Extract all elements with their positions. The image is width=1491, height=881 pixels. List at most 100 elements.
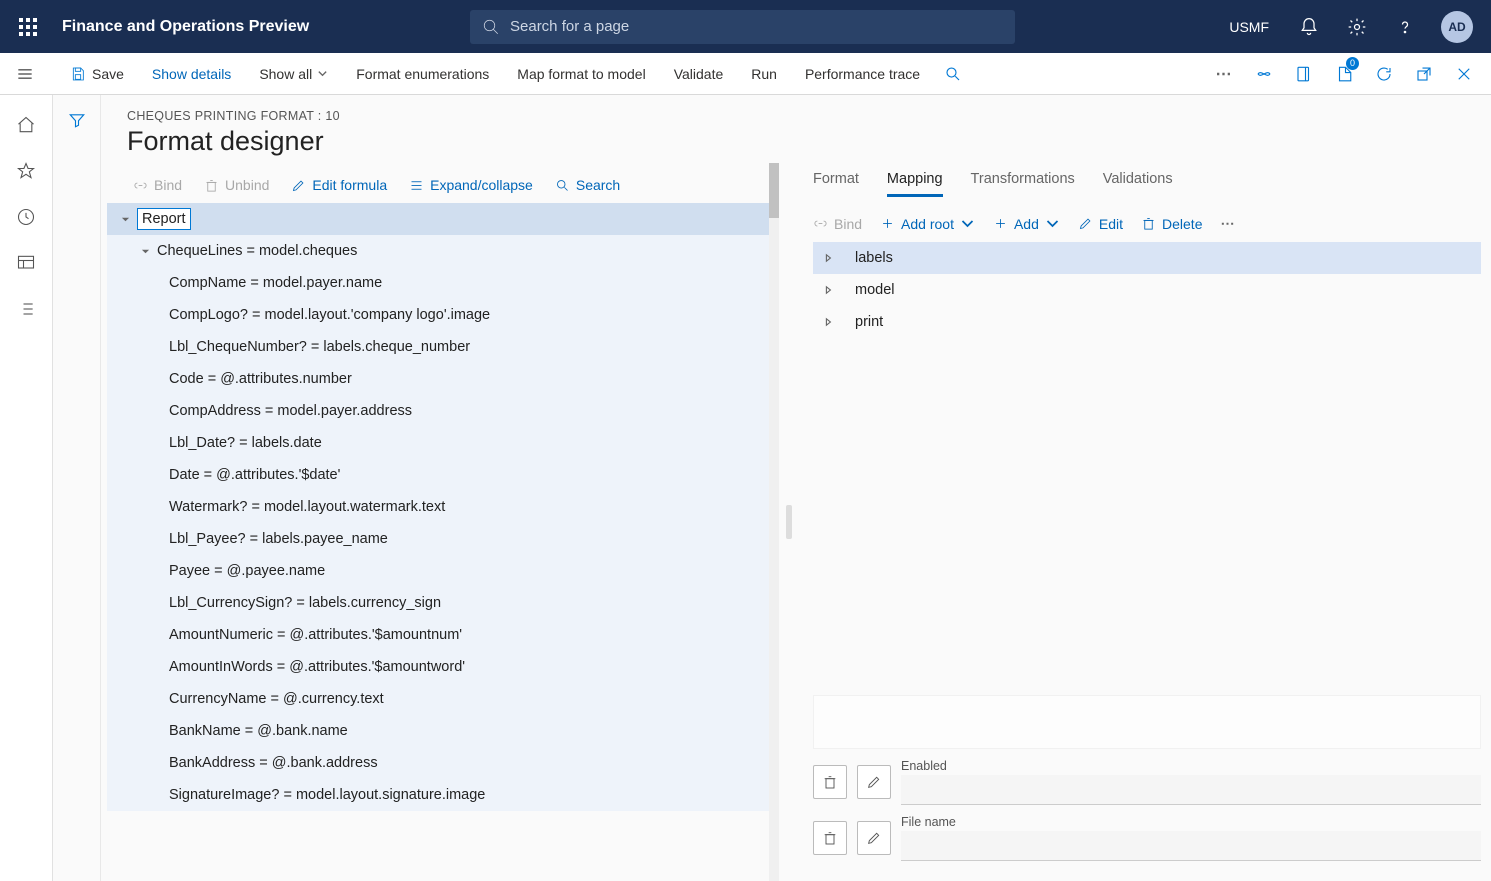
pane-splitter[interactable] (779, 163, 799, 881)
save-label: Save (92, 66, 124, 82)
notifications-icon[interactable] (1287, 0, 1331, 53)
tab-format[interactable]: Format (813, 165, 859, 197)
tree-node-item[interactable]: Code = @.attributes.number (107, 363, 779, 395)
home-icon[interactable] (14, 113, 38, 137)
tree-node-label: AmountNumeric = @.attributes.'$amountnum… (169, 627, 462, 643)
tree-node-label: CompName = model.payer.name (169, 275, 382, 291)
avatar[interactable]: AD (1441, 11, 1473, 43)
settings-icon[interactable] (1335, 0, 1379, 53)
map-format-button[interactable]: Map format to model (503, 66, 659, 82)
tree-node-label: Lbl_CurrencySign? = labels.currency_sign (169, 595, 441, 611)
filename-edit-icon[interactable] (857, 821, 891, 855)
tree-node-item[interactable]: AmountInWords = @.attributes.'$amountwor… (107, 651, 779, 683)
mapping-node-label: print (855, 314, 883, 330)
tab-transformations[interactable]: Transformations (971, 165, 1075, 197)
tree-node-root[interactable]: Report (107, 203, 779, 235)
global-search[interactable] (470, 10, 1015, 44)
workspaces-icon[interactable] (14, 251, 38, 275)
tab-validations[interactable]: Validations (1103, 165, 1173, 197)
search-button[interactable]: Search (555, 177, 620, 193)
tree-node-label: Payee = @.payee.name (169, 563, 325, 579)
preview-box (813, 695, 1481, 749)
save-button[interactable]: Save (56, 66, 138, 82)
tree-node-chequelines[interactable]: ChequeLines = model.cheques (107, 235, 779, 267)
filename-delete-icon[interactable] (813, 821, 847, 855)
office-icon[interactable] (1285, 53, 1323, 95)
mapping-node-label: labels (855, 250, 893, 266)
tree-node-item[interactable]: Date = @.attributes.'$date' (107, 459, 779, 491)
tree-node-item[interactable]: Lbl_ChequeNumber? = labels.cheque_number (107, 331, 779, 363)
menu-toggle-icon[interactable] (0, 53, 50, 95)
delete-button[interactable]: Delete (1141, 216, 1202, 232)
mapping-expander-icon[interactable] (817, 247, 839, 269)
tree-node-label: CurrencyName = @.currency.text (169, 691, 384, 707)
tree-node-label: SignatureImage? = model.layout.signature… (169, 787, 485, 803)
enabled-label: Enabled (901, 759, 1481, 773)
edit-formula-button[interactable]: Edit formula (291, 177, 387, 193)
vertical-scrollbar[interactable] (769, 163, 779, 881)
tree-node-label: Code = @.attributes.number (169, 371, 352, 387)
refresh-icon[interactable] (1365, 53, 1403, 95)
tree-node-item[interactable]: CompLogo? = model.layout.'company logo'.… (107, 299, 779, 331)
more-actions-icon[interactable]: ⋯ (1220, 215, 1235, 232)
tree-node-item[interactable]: SignatureImage? = model.layout.signature… (107, 779, 779, 811)
tree-node-item[interactable]: CompName = model.payer.name (107, 267, 779, 299)
close-icon[interactable] (1445, 53, 1483, 95)
favorites-icon[interactable] (14, 159, 38, 183)
tree-node-label: Report (137, 208, 191, 230)
dataverse-icon[interactable] (1245, 53, 1283, 95)
mapping-node-labels[interactable]: labels (813, 242, 1481, 274)
attachments-icon[interactable]: 0 (1325, 53, 1363, 95)
page-title: Format designer (127, 126, 1465, 157)
modules-icon[interactable] (14, 297, 38, 321)
mapping-node-model[interactable]: model (813, 274, 1481, 306)
tree-node-item[interactable]: Payee = @.payee.name (107, 555, 779, 587)
enabled-field[interactable] (901, 775, 1481, 805)
tree-node-label: Lbl_ChequeNumber? = labels.cheque_number (169, 339, 470, 355)
attachments-badge: 0 (1346, 57, 1359, 70)
tree-node-item[interactable]: CompAddress = model.payer.address (107, 395, 779, 427)
tree-node-label: CompLogo? = model.layout.'company logo'.… (169, 307, 490, 323)
enabled-edit-icon[interactable] (857, 765, 891, 799)
tree-node-item[interactable]: BankAddress = @.bank.address (107, 747, 779, 779)
search-input[interactable] (510, 18, 1003, 35)
performance-trace-button[interactable]: Performance trace (791, 66, 934, 82)
filename-field[interactable] (901, 831, 1481, 861)
format-enumerations-button[interactable]: Format enumerations (342, 66, 503, 82)
tree-expander-icon[interactable] (133, 239, 157, 263)
expand-collapse-button[interactable]: Expand/collapse (409, 177, 533, 193)
app-title: Finance and Operations Preview (62, 18, 309, 36)
mapping-expander-icon[interactable] (817, 311, 839, 333)
tree-node-item[interactable]: AmountNumeric = @.attributes.'$amountnum… (107, 619, 779, 651)
filename-label: File name (901, 815, 1481, 829)
show-details-button[interactable]: Show details (138, 66, 245, 82)
app-launcher-icon[interactable] (8, 0, 48, 53)
tree-node-item[interactable]: CurrencyName = @.currency.text (107, 683, 779, 715)
add-button[interactable]: Add (993, 216, 1060, 232)
company-code[interactable]: USMF (1215, 19, 1283, 35)
validate-button[interactable]: Validate (660, 66, 738, 82)
tab-mapping[interactable]: Mapping (887, 165, 943, 197)
show-all-button[interactable]: Show all (245, 66, 342, 82)
popout-icon[interactable] (1405, 53, 1443, 95)
tree-node-item[interactable]: Lbl_Date? = labels.date (107, 427, 779, 459)
tree-node-label: AmountInWords = @.attributes.'$amountwor… (169, 659, 465, 675)
more-commands-icon[interactable]: ⋯ (1205, 53, 1243, 95)
breadcrumb: CHEQUES PRINTING FORMAT : 10 (127, 109, 1465, 123)
edit-button[interactable]: Edit (1078, 216, 1123, 232)
tree-node-item[interactable]: Watermark? = model.layout.watermark.text (107, 491, 779, 523)
add-root-button[interactable]: Add root (880, 216, 975, 232)
recent-icon[interactable] (14, 205, 38, 229)
tree-node-item[interactable]: BankName = @.bank.name (107, 715, 779, 747)
enabled-delete-icon[interactable] (813, 765, 847, 799)
filter-icon[interactable] (68, 111, 86, 881)
mapping-node-print[interactable]: print (813, 306, 1481, 338)
run-button[interactable]: Run (737, 66, 791, 82)
tree-expander-icon[interactable] (113, 207, 137, 231)
tree-node-label: Date = @.attributes.'$date' (169, 467, 340, 483)
find-icon[interactable] (934, 53, 972, 95)
help-icon[interactable] (1383, 0, 1427, 53)
mapping-expander-icon[interactable] (817, 279, 839, 301)
tree-node-item[interactable]: Lbl_CurrencySign? = labels.currency_sign (107, 587, 779, 619)
tree-node-item[interactable]: Lbl_Payee? = labels.payee_name (107, 523, 779, 555)
